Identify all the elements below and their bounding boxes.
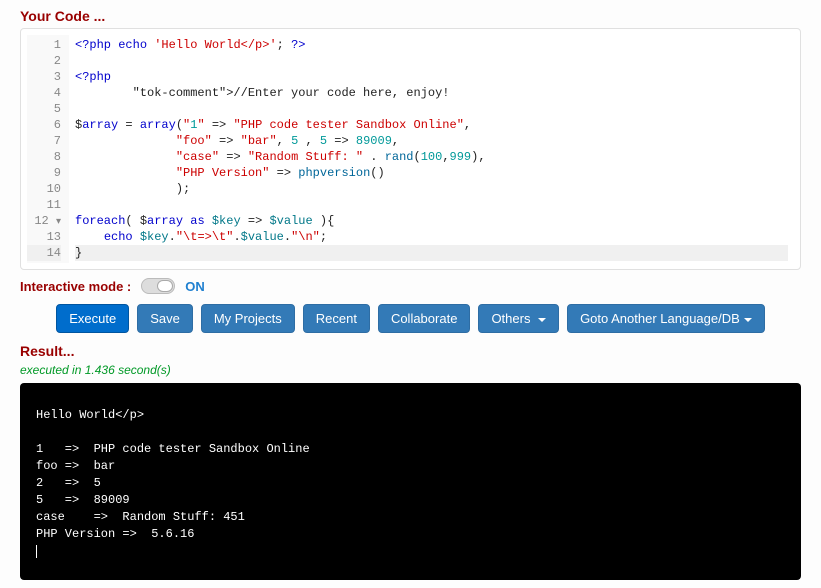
interactive-mode-toggle[interactable] [141,278,175,294]
save-button[interactable]: Save [137,304,193,333]
result-execution-time: executed in 1.436 second(s) [20,363,801,377]
line-gutter: 123456789101112 ▾1314 [27,35,69,263]
action-button-row: Execute Save My Projects Recent Collabor… [20,304,801,333]
others-dropdown[interactable]: Others [478,304,559,333]
others-label: Others [491,311,534,326]
execute-button[interactable]: Execute [56,304,129,333]
toggle-knob [157,280,173,292]
interactive-mode-row: Interactive mode : ON [20,278,801,294]
code-section-title: Your Code ... [20,8,801,24]
collaborate-button[interactable]: Collaborate [378,304,471,333]
interactive-mode-label: Interactive mode : [20,279,131,294]
my-projects-button[interactable]: My Projects [201,304,295,333]
chevron-down-icon [744,318,752,322]
chevron-down-icon [538,318,546,322]
editor-container: 123456789101112 ▾1314 <?php echo 'Hello … [20,28,801,270]
result-console: Hello World</p> 1 => PHP code tester San… [20,383,801,580]
code-area[interactable]: <?php echo 'Hello World</p>'; ?> <?php "… [69,35,794,263]
recent-button[interactable]: Recent [303,304,370,333]
result-section-title: Result... [20,343,801,359]
goto-language-dropdown[interactable]: Goto Another Language/DB [567,304,765,333]
code-editor[interactable]: 123456789101112 ▾1314 <?php echo 'Hello … [27,35,794,263]
interactive-mode-state: ON [185,279,205,294]
goto-label: Goto Another Language/DB [580,311,740,326]
